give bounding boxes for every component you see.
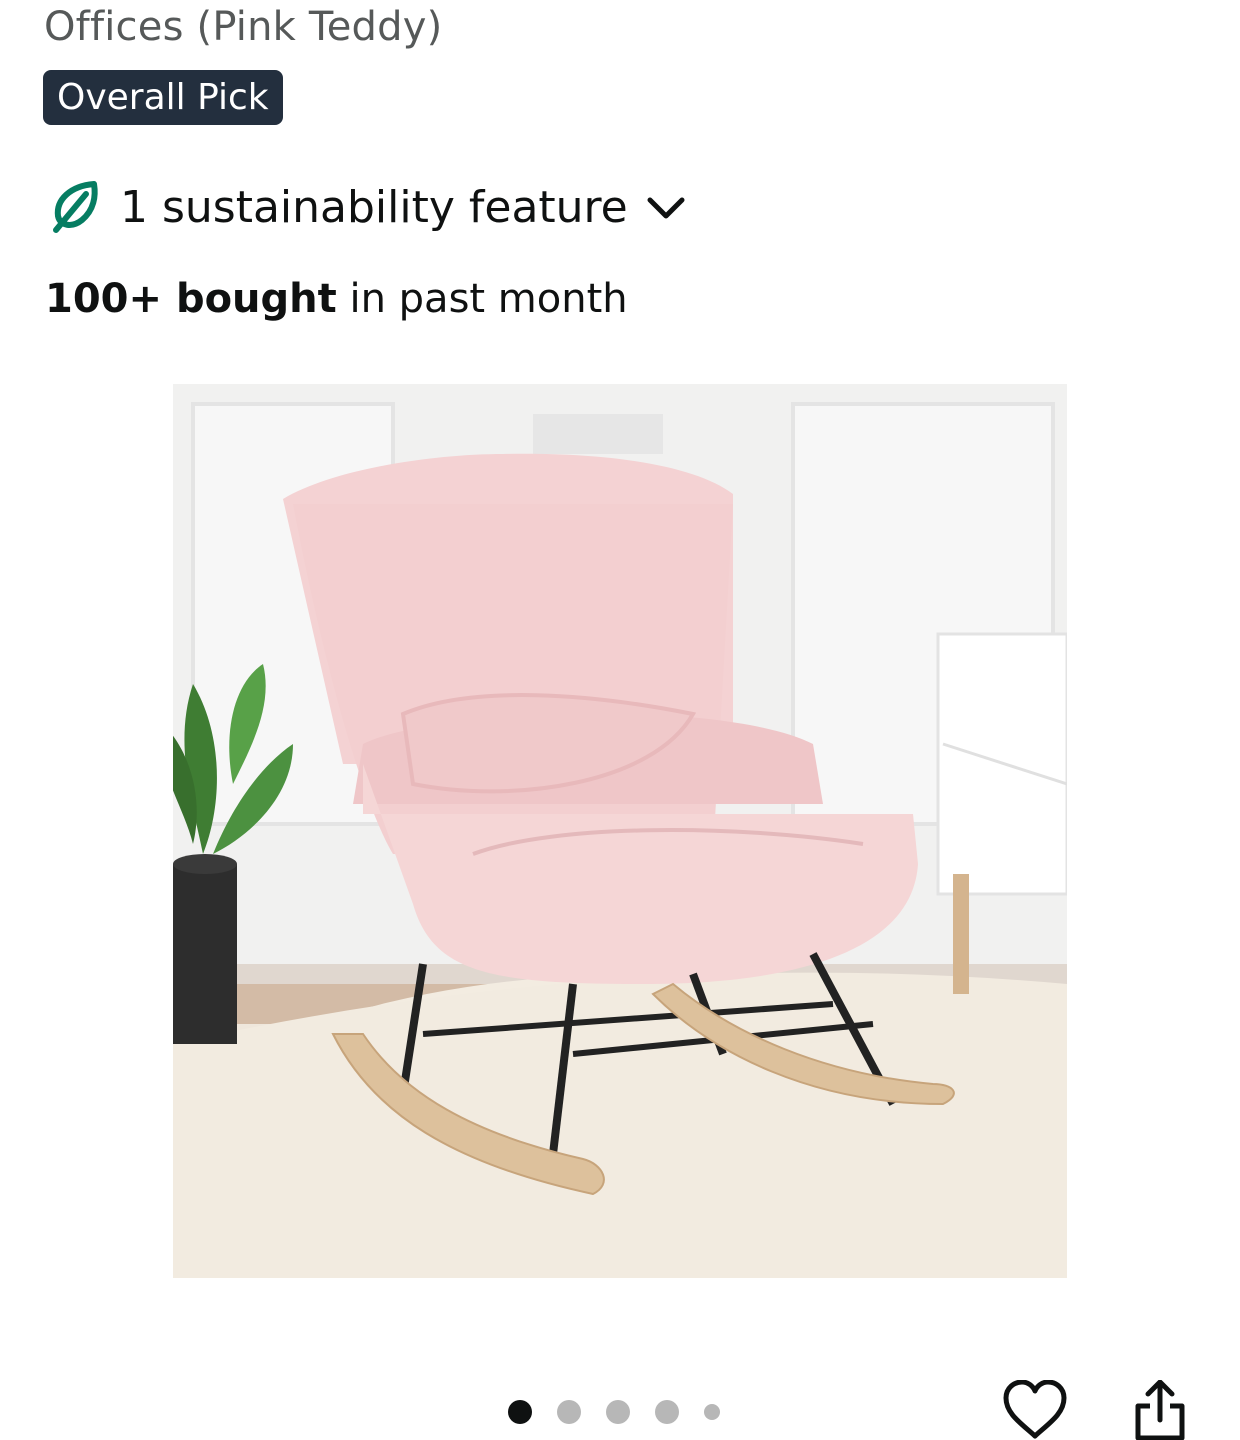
bought-in-past-month: 100+ bought in past month bbox=[45, 276, 628, 322]
image-carousel-dots[interactable] bbox=[508, 1400, 745, 1424]
sustainability-feature-toggle[interactable]: 1 sustainability feature bbox=[50, 180, 686, 234]
carousel-dot-4[interactable] bbox=[655, 1400, 679, 1424]
product-image[interactable] bbox=[160, 384, 1103, 1314]
share-icon[interactable] bbox=[1132, 1380, 1188, 1440]
carousel-dot-2[interactable] bbox=[557, 1400, 581, 1424]
bought-period: in past month bbox=[336, 276, 628, 322]
leaf-icon bbox=[53, 181, 98, 233]
carousel-dot-5[interactable] bbox=[704, 1404, 720, 1420]
carousel-dot-3[interactable] bbox=[606, 1400, 630, 1424]
chevron-down-icon bbox=[647, 197, 685, 219]
bought-count: 100+ bought bbox=[45, 276, 337, 322]
overall-pick-badge: Overall Pick bbox=[43, 70, 283, 125]
chair-photo bbox=[160, 384, 1103, 1314]
product-title-fragment: Offices (Pink Teddy) bbox=[44, 4, 443, 50]
heart-icon[interactable] bbox=[1002, 1380, 1068, 1440]
sustainability-feature-label: 1 sustainability feature bbox=[120, 181, 628, 233]
carousel-dot-1[interactable] bbox=[508, 1400, 532, 1424]
